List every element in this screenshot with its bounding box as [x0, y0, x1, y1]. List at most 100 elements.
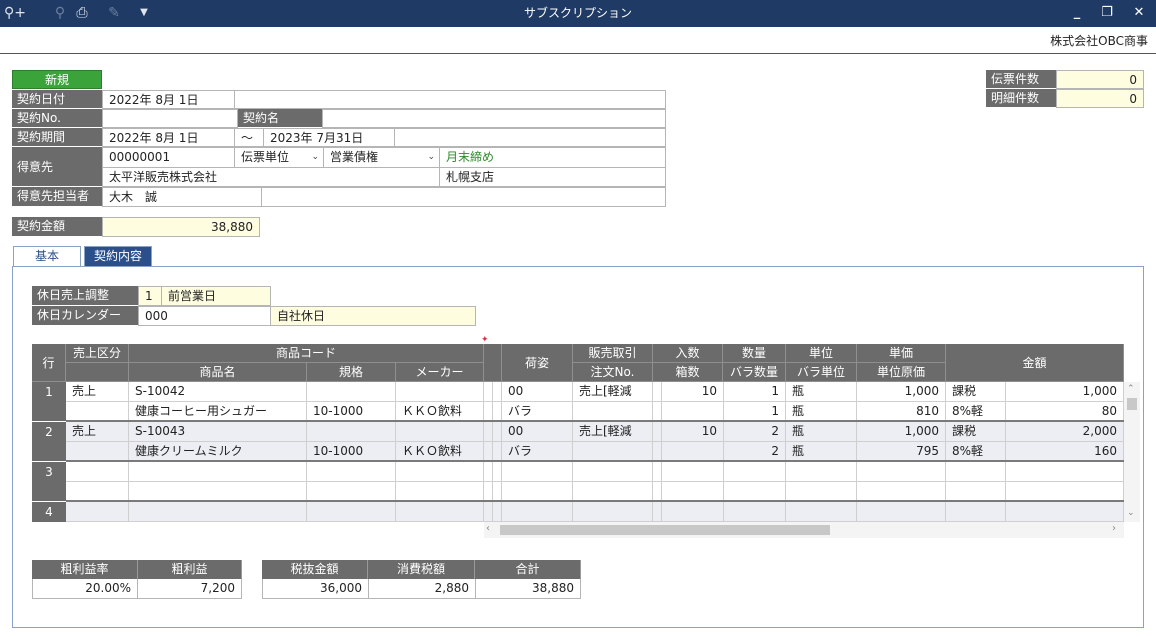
grid-cell[interactable]	[662, 442, 724, 462]
grid-cell-loose-unit[interactable]: 瓶	[786, 442, 857, 462]
grid-cell-sales-type[interactable]: 売上	[66, 422, 129, 442]
grid-cell-loose-qty[interactable]	[724, 482, 786, 502]
grid-cell-price[interactable]: 1,000	[857, 422, 946, 442]
grid-cell[interactable]	[307, 502, 396, 522]
grid-cell-in-qty[interactable]: 10	[662, 422, 724, 442]
holiday-calendar-code[interactable]: 000	[138, 306, 271, 326]
rep-field[interactable]: 大木 誠	[102, 187, 262, 207]
scroll-up-icon[interactable]: ⌃	[1127, 384, 1135, 394]
grid-cell[interactable]	[493, 462, 502, 482]
grid-cell-tax-amount[interactable]	[1006, 482, 1124, 502]
grid-cell-qty[interactable]	[724, 502, 786, 522]
grid-cell-spec[interactable]: 10-1000	[307, 402, 396, 422]
row-number[interactable]: 3	[32, 462, 66, 502]
grid-cell-unit[interactable]: 瓶	[786, 382, 857, 402]
col-header-qty[interactable]: 数量	[723, 344, 786, 363]
col-header-amount[interactable]: 金額	[946, 344, 1124, 382]
grid-cell-unit[interactable]	[786, 462, 857, 482]
grid-cell[interactable]	[484, 502, 493, 522]
grid-cell-name[interactable]	[129, 482, 307, 502]
grid-cell[interactable]	[484, 422, 493, 442]
grid-cell[interactable]	[662, 402, 724, 422]
grid-cell-loose-qty[interactable]: 2	[724, 442, 786, 462]
grid-cell[interactable]	[653, 502, 662, 522]
grid-cell-amount[interactable]: 2,000	[1006, 422, 1124, 442]
vertical-scrollbar[interactable]: ⌃ ⌄	[1124, 382, 1140, 522]
col-header-in-qty[interactable]: 入数	[653, 344, 723, 363]
grid-cell-cost[interactable]	[857, 482, 946, 502]
grid-cell[interactable]	[396, 502, 484, 522]
col-header-unit-cost[interactable]: 単位原価	[857, 363, 946, 382]
grid-cell-maker[interactable]: ＫＫＯ飲料	[396, 402, 484, 422]
grid-cell-packing2[interactable]	[502, 482, 573, 502]
grid-cell-sales-type[interactable]: 売上	[66, 382, 129, 402]
col-header-spec[interactable]: 規格	[307, 363, 396, 382]
grid-cell-price[interactable]: 1,000	[857, 382, 946, 402]
grid-cell-code[interactable]	[129, 502, 307, 522]
col-header-unit[interactable]: 単位	[786, 344, 857, 363]
grid-cell[interactable]	[493, 422, 502, 442]
grid-cell[interactable]	[653, 442, 662, 462]
grid-cell[interactable]	[307, 422, 396, 442]
grid-cell-packing2[interactable]: バラ	[502, 442, 573, 462]
status-new-badge[interactable]: 新規	[12, 70, 102, 89]
grid-cell-spec[interactable]	[307, 482, 396, 502]
grid-cell[interactable]	[493, 382, 502, 402]
grid-cell-price[interactable]	[857, 502, 946, 522]
grid-cell-spec[interactable]: 10-1000	[307, 442, 396, 462]
row-number[interactable]: 2	[32, 422, 66, 462]
grid-cell[interactable]	[66, 442, 129, 462]
col-header-product-name[interactable]: 商品名	[129, 363, 307, 382]
grid-cell-maker[interactable]: ＫＫＯ飲料	[396, 442, 484, 462]
grid-cell-loose-unit[interactable]	[786, 482, 857, 502]
minimize-icon[interactable]: _	[1066, 3, 1088, 23]
grid-cell[interactable]	[307, 382, 396, 402]
grid-cell[interactable]	[66, 402, 129, 422]
grid-cell[interactable]	[484, 482, 493, 502]
period-end-field[interactable]: 2023年 7月31日	[263, 128, 395, 147]
grid-cell-price[interactable]	[857, 462, 946, 482]
grid-cell-code[interactable]	[129, 462, 307, 482]
tab-basic[interactable]: 基本	[13, 246, 81, 266]
col-header-order-no[interactable]: 注文No.	[573, 363, 653, 382]
grid-cell-sales-type[interactable]	[66, 502, 129, 522]
grid-cell[interactable]	[396, 462, 484, 482]
grid-cell[interactable]	[493, 502, 502, 522]
grid-cell[interactable]	[484, 402, 493, 422]
grid-cell[interactable]	[484, 442, 493, 462]
col-header-product-code[interactable]: 商品コード	[129, 344, 484, 363]
grid-cell[interactable]	[573, 482, 653, 502]
grid-cell[interactable]	[653, 462, 662, 482]
grid-cell-packing[interactable]: 00	[502, 422, 573, 442]
grid-cell[interactable]	[653, 482, 662, 502]
grid-cell-code[interactable]: S-10042	[129, 382, 307, 402]
grid-cell[interactable]	[484, 382, 493, 402]
grid-cell[interactable]	[493, 442, 502, 462]
grid-cell[interactable]	[573, 442, 653, 462]
restore-icon[interactable]: ❐	[1096, 3, 1118, 23]
col-header-sales-type[interactable]: 売上区分	[66, 344, 129, 363]
grid-cell-amount[interactable]	[1006, 502, 1124, 522]
col-splitter[interactable]	[484, 344, 502, 382]
grid-cell-cost[interactable]: 810	[857, 402, 946, 422]
vertical-scroll-thumb[interactable]	[1127, 398, 1137, 410]
grid-cell-tax-rate[interactable]: 8%軽	[946, 442, 1006, 462]
grid-cell-qty[interactable]: 2	[724, 422, 786, 442]
splitter-pin-icon[interactable]: ✦	[481, 336, 489, 345]
grid-cell-packing2[interactable]: バラ	[502, 402, 573, 422]
grid-cell-qty[interactable]: 1	[724, 382, 786, 402]
grid-cell-unit[interactable]: 瓶	[786, 422, 857, 442]
grid-cell-code[interactable]: S-10043	[129, 422, 307, 442]
grid-cell-maker[interactable]	[396, 482, 484, 502]
grid-cell[interactable]	[396, 422, 484, 442]
col-header-unit-price[interactable]: 単価	[857, 344, 946, 363]
grid-cell-tax-rate[interactable]	[946, 482, 1006, 502]
customer-code-field[interactable]: 00000001	[102, 147, 235, 168]
col-header-loose-unit[interactable]: バラ単位	[786, 363, 857, 382]
row-number[interactable]: 4	[32, 502, 66, 522]
grid-cell-tax-amount[interactable]: 80	[1006, 402, 1124, 422]
grid-cell-tax[interactable]: 課税	[946, 382, 1006, 402]
contract-name-field[interactable]	[322, 109, 666, 128]
grid-cell-amount[interactable]: 1,000	[1006, 382, 1124, 402]
grid-cell-packing[interactable]	[502, 502, 573, 522]
